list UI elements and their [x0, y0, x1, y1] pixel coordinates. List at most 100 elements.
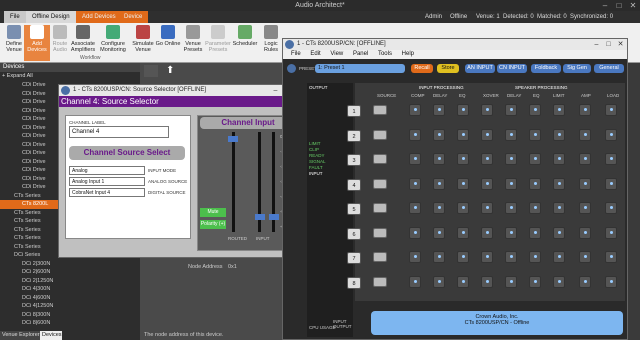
processing-block-button[interactable] — [409, 104, 421, 116]
processing-block-button[interactable] — [433, 202, 445, 214]
channel-number-button[interactable]: 4 — [347, 178, 361, 191]
processing-block-button[interactable] — [605, 226, 617, 239]
processing-block-button[interactable] — [481, 177, 493, 190]
processing-block-button[interactable] — [457, 104, 469, 116]
tab-file[interactable]: File — [4, 11, 26, 23]
store-button[interactable]: Store — [437, 64, 459, 73]
menu-panel[interactable]: Panel — [353, 51, 368, 57]
routed-fader[interactable] — [232, 132, 235, 232]
recall-button[interactable]: Recall — [411, 64, 433, 73]
processing-block-button[interactable] — [605, 153, 617, 165]
channel-number-button[interactable]: 6 — [347, 227, 361, 240]
tree-item[interactable]: DCi 4|300N — [0, 285, 140, 294]
channel-number-button[interactable]: 2 — [347, 129, 361, 142]
general-button[interactable]: General — [594, 64, 624, 73]
tab-add-devices[interactable]: Add Devices — [76, 11, 122, 23]
venue-explorer-tab[interactable]: Venue Explorer — [0, 331, 40, 340]
tree-item[interactable]: DCi 2|300N — [0, 260, 140, 269]
processing-block-button[interactable] — [553, 128, 565, 141]
menu-tools[interactable]: Tools — [378, 51, 392, 57]
processing-block-button[interactable] — [481, 128, 493, 141]
channel-label-field[interactable]: Channel 4 — [69, 126, 169, 138]
processing-block-button[interactable] — [605, 251, 617, 263]
channel-number-button[interactable]: 5 — [347, 203, 361, 215]
polarity-button[interactable]: Polarity (+) — [200, 220, 226, 229]
processing-block-button[interactable] — [505, 202, 517, 214]
parameter-presets-button[interactable]: Parameter Presets — [205, 25, 231, 61]
processing-block-button[interactable] — [505, 128, 517, 141]
processing-block-button[interactable] — [529, 226, 541, 239]
processing-block-button[interactable] — [605, 128, 617, 141]
processing-block-button[interactable] — [529, 153, 541, 165]
processing-block-button[interactable] — [579, 177, 591, 190]
minimize-icon[interactable]: – — [270, 85, 281, 96]
processing-block-button[interactable] — [579, 104, 591, 116]
devices-tab[interactable]: Devices — [40, 331, 62, 340]
processing-block-button[interactable] — [579, 128, 591, 141]
maximize-icon[interactable]: □ — [603, 39, 614, 50]
sig-gen-button[interactable]: Sig Gen — [563, 64, 591, 73]
simulate-venue-button[interactable]: Simulate Venue — [130, 25, 156, 61]
go-online-button[interactable]: Go Online — [155, 25, 181, 61]
processing-block-button[interactable] — [553, 177, 565, 190]
processing-block-button[interactable] — [505, 177, 517, 190]
close-icon[interactable]: ✕ — [626, 0, 640, 11]
source-select-button[interactable] — [373, 276, 387, 287]
processing-block-button[interactable] — [457, 177, 469, 190]
expand-all-link[interactable]: + Expand All — [2, 72, 33, 81]
processing-block-button[interactable] — [579, 275, 591, 288]
processing-block-button[interactable] — [433, 251, 445, 263]
processing-block-button[interactable] — [605, 104, 617, 116]
digital-source-select[interactable]: CobraNet Input 4 — [69, 188, 145, 197]
channel-number-button[interactable]: 7 — [347, 252, 361, 264]
processing-block-button[interactable] — [553, 153, 565, 165]
grid-icon[interactable] — [144, 65, 158, 77]
processing-block-button[interactable] — [433, 177, 445, 190]
routed-fader-knob[interactable] — [228, 136, 238, 142]
processing-block-button[interactable] — [553, 275, 565, 288]
tree-item[interactable]: DCi 8|600N — [0, 319, 140, 328]
processing-block-button[interactable] — [529, 202, 541, 214]
processing-block-button[interactable] — [409, 177, 421, 190]
an-input-button[interactable]: AN INPUT — [465, 64, 495, 73]
processing-block-button[interactable] — [433, 153, 445, 165]
processing-block-button[interactable] — [457, 128, 469, 141]
tree-item[interactable]: DCi 2|1250N — [0, 277, 140, 286]
source-select-button[interactable] — [373, 154, 387, 164]
processing-block-button[interactable] — [409, 128, 421, 141]
processing-block-button[interactable] — [481, 104, 493, 116]
processing-block-button[interactable] — [529, 177, 541, 190]
processing-block-button[interactable] — [605, 202, 617, 214]
minimize-icon[interactable]: – — [598, 0, 612, 11]
processing-block-button[interactable] — [409, 251, 421, 263]
processing-block-button[interactable] — [481, 153, 493, 165]
processing-block-button[interactable] — [457, 202, 469, 214]
cn-input-button[interactable]: CN INPUT — [497, 64, 527, 73]
channel-number-button[interactable]: 1 — [347, 105, 361, 117]
processing-block-button[interactable] — [529, 128, 541, 141]
processing-block-button[interactable] — [579, 153, 591, 165]
processing-block-button[interactable] — [579, 226, 591, 239]
processing-block-button[interactable] — [433, 128, 445, 141]
menu-help[interactable]: Help — [402, 51, 414, 57]
processing-block-button[interactable] — [457, 275, 469, 288]
mute-button[interactable]: Mute — [200, 208, 226, 217]
configure-monitoring-button[interactable]: Configure Monitoring — [100, 25, 126, 61]
menu-view[interactable]: View — [330, 51, 343, 57]
processing-block-button[interactable] — [529, 275, 541, 288]
input-mode-select[interactable]: Analog — [69, 166, 145, 175]
menu-edit[interactable]: Edit — [310, 51, 320, 57]
processing-block-button[interactable] — [433, 226, 445, 239]
source-select-button[interactable] — [373, 227, 387, 238]
processing-block-button[interactable] — [505, 226, 517, 239]
processing-block-button[interactable] — [481, 251, 493, 263]
processing-block-button[interactable] — [433, 104, 445, 116]
channel-number-button[interactable]: 3 — [347, 154, 361, 166]
source-select-button[interactable] — [373, 252, 387, 262]
processing-block-button[interactable] — [553, 226, 565, 239]
preset-select[interactable]: 1: Preset 1 — [315, 64, 405, 73]
tree-item[interactable]: DCi 8|300N — [0, 311, 140, 320]
processing-block-button[interactable] — [553, 104, 565, 116]
tab-offline-design[interactable]: Offline Design — [26, 11, 76, 23]
arrow-up-icon[interactable]: ⬆ — [166, 65, 178, 77]
